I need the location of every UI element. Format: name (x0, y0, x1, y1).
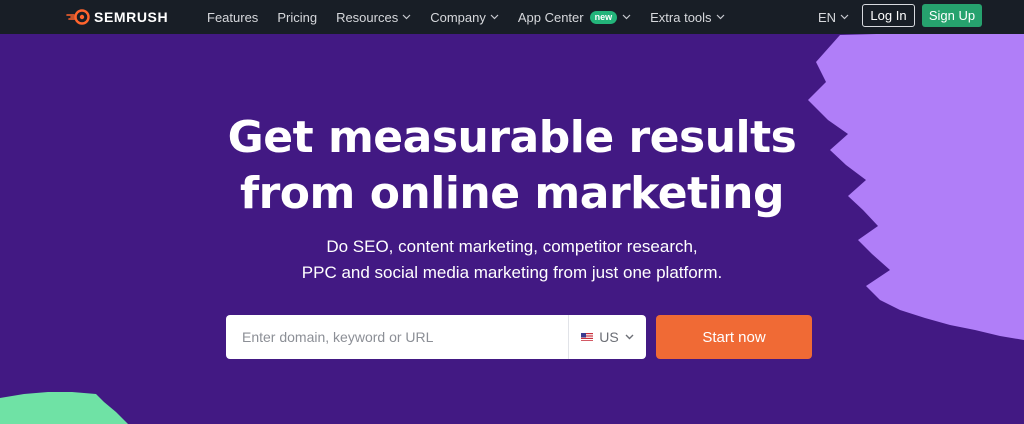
hero-title-line-2: from online marketing (239, 168, 785, 219)
start-now-button[interactable]: Start now (656, 315, 812, 359)
chevron-down-icon (716, 14, 724, 20)
brand-logo[interactable]: SEMRUSH (66, 7, 168, 27)
hero-subtitle-line-1: Do SEO, content marketing, competitor re… (326, 237, 698, 256)
top-nav-bar: SEMRUSH Features Pricing Resources Compa… (0, 0, 1024, 34)
chevron-down-icon (840, 14, 849, 20)
chevron-down-icon (625, 334, 634, 340)
nav-item-resources[interactable]: Resources (336, 10, 411, 25)
new-badge: new (589, 10, 618, 24)
nav-item-label: App Center (517, 9, 584, 25)
nav-item-extra-tools[interactable]: Extra tools (650, 10, 724, 25)
country-code: US (599, 329, 619, 345)
semrush-fire-logo-icon (66, 9, 90, 25)
hero-subtitle-line-2: PPC and social media marketing from just… (301, 263, 723, 282)
nav-item-company[interactable]: Company (430, 10, 499, 25)
brand-name: SEMRUSH (94, 9, 169, 25)
nav-item-label: Features (207, 9, 259, 25)
hero-title: Get measurable results from online marke… (0, 110, 1024, 222)
chevron-down-icon (490, 14, 499, 20)
signup-button[interactable]: Sign Up (922, 4, 982, 27)
hero-title-line-1: Get measurable results (227, 112, 797, 163)
nav-item-features[interactable]: Features (207, 10, 258, 25)
country-selector[interactable]: US (568, 315, 646, 359)
domain-search-input[interactable] (226, 315, 568, 359)
nav-item-label: Resources (336, 9, 399, 25)
nav-item-app-center[interactable]: App Center new (518, 10, 631, 25)
hero-subtitle: Do SEO, content marketing, competitor re… (0, 234, 1024, 286)
nav-item-pricing[interactable]: Pricing (277, 10, 317, 25)
us-flag-icon (581, 333, 594, 341)
green-decorative-blob (0, 392, 128, 424)
nav-item-label: Pricing (277, 9, 318, 25)
main-menu: Features Pricing Resources Company App C… (207, 0, 744, 34)
nav-item-label: Company (430, 9, 486, 25)
chevron-down-icon (622, 14, 631, 20)
language-selector[interactable]: EN (818, 0, 849, 34)
domain-search-box: US (226, 315, 646, 359)
chevron-down-icon (402, 14, 411, 20)
login-button[interactable]: Log In (862, 4, 915, 27)
nav-item-label: Extra tools (650, 9, 712, 25)
language-label: EN (818, 9, 837, 25)
